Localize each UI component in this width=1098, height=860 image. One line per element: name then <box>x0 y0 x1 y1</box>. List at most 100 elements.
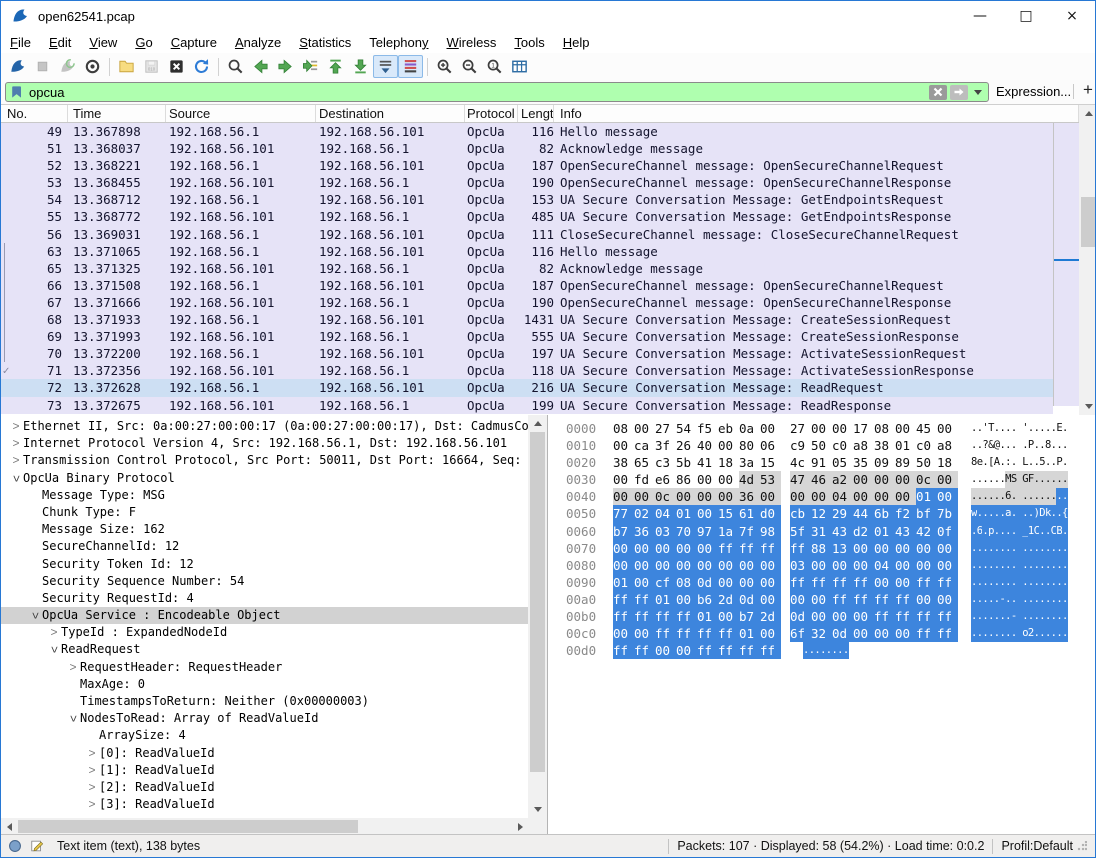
hex-byte[interactable]: 00 <box>760 591 781 608</box>
hex-byte[interactable]: 00 <box>811 420 832 437</box>
tree-row[interactable]: >TypeId : ExpandedNodeId <box>1 624 528 641</box>
hex-byte[interactable]: 00 <box>739 557 760 574</box>
hex-byte[interactable]: f5 <box>697 420 718 437</box>
hex-byte[interactable]: ff <box>895 591 916 608</box>
scroll-thumb[interactable] <box>18 820 358 833</box>
scroll-left-button[interactable] <box>1 818 18 835</box>
hex-byte[interactable]: ff <box>937 608 958 625</box>
tree-row[interactable]: >Internet Protocol Version 4, Src: 192.1… <box>1 435 528 452</box>
hex-byte[interactable]: 0f <box>937 523 958 540</box>
hex-byte[interactable]: 97 <box>697 523 718 540</box>
hex-byte[interactable]: 00 <box>853 608 874 625</box>
hex-byte[interactable]: ff <box>832 591 853 608</box>
tree-row[interactable]: >OpcUa Binary Protocol <box>1 470 528 487</box>
tree-row[interactable]: >OpcUa Service : Encodeable Object <box>1 607 528 624</box>
hex-byte[interactable]: 13 <box>832 540 853 557</box>
hex-byte[interactable]: ff <box>937 625 958 642</box>
tree-row[interactable]: Message Size: 162 <box>1 521 528 538</box>
collapsed-chevron-icon[interactable]: > <box>9 452 23 469</box>
hex-byte[interactable]: 61 <box>739 505 760 522</box>
hex-byte[interactable]: 0d <box>697 574 718 591</box>
hex-byte[interactable]: a8 <box>853 437 874 454</box>
hex-byte[interactable]: 08 <box>874 420 895 437</box>
ascii-char[interactable]: . <box>1062 437 1068 454</box>
hex-byte[interactable]: ff <box>874 591 895 608</box>
hex-byte[interactable]: 00 <box>634 488 655 505</box>
ascii-char[interactable]: . <box>1062 574 1068 591</box>
hex-byte[interactable]: 00 <box>613 488 634 505</box>
hex-byte[interactable]: 15 <box>760 454 781 471</box>
hex-byte[interactable]: b6 <box>697 591 718 608</box>
hex-byte[interactable]: 38 <box>613 454 634 471</box>
hex-byte[interactable]: 00 <box>811 488 832 505</box>
tree-row[interactable]: >Ethernet II, Src: 0a:00:27:00:00:17 (0a… <box>1 418 528 435</box>
hex-byte[interactable]: 01 <box>676 505 697 522</box>
hex-byte[interactable]: 36 <box>634 523 655 540</box>
hex-byte[interactable]: 00 <box>790 488 811 505</box>
hex-byte[interactable]: fd <box>634 471 655 488</box>
expert-info-icon[interactable] <box>7 838 23 854</box>
tree-row[interactable]: MaxAge: 0 <box>1 676 528 693</box>
collapsed-chevron-icon[interactable]: > <box>66 659 80 676</box>
hex-byte[interactable]: ca <box>634 437 655 454</box>
hex-byte[interactable]: 15 <box>718 505 739 522</box>
hex-byte[interactable]: 00 <box>655 540 676 557</box>
hex-byte[interactable]: 00 <box>760 557 781 574</box>
go-first-packet-button[interactable] <box>323 55 348 78</box>
hex-byte[interactable]: ff <box>739 540 760 557</box>
tree-row[interactable]: >Transmission Control Protocol, Src Port… <box>1 452 528 469</box>
hex-byte[interactable]: 00 <box>760 488 781 505</box>
column-header-protocol[interactable]: Protocol <box>465 105 518 122</box>
find-packet-button[interactable] <box>223 55 248 78</box>
hex-byte[interactable]: 08 <box>676 574 697 591</box>
hex-byte[interactable]: 91 <box>811 454 832 471</box>
hex-byte[interactable]: 54 <box>676 420 697 437</box>
hex-byte[interactable]: 0d <box>739 591 760 608</box>
packet-list-scrollbar[interactable] <box>1079 105 1095 415</box>
hex-byte[interactable]: 09 <box>874 454 895 471</box>
hex-byte[interactable]: 00 <box>718 437 739 454</box>
hex-byte[interactable]: 4d <box>739 471 760 488</box>
hex-byte[interactable]: 46 <box>811 471 832 488</box>
details-vertical-scrollbar[interactable] <box>528 415 547 818</box>
hex-byte[interactable]: 12 <box>811 505 832 522</box>
column-header-no[interactable]: No. <box>1 105 68 122</box>
expanded-chevron-icon[interactable]: > <box>45 643 62 657</box>
hex-byte[interactable]: 00 <box>874 574 895 591</box>
packet-row[interactable]: 5513.368772192.168.56.101192.168.56.1Opc… <box>1 208 1053 225</box>
hex-byte[interactable]: 08 <box>613 420 634 437</box>
hex-byte[interactable]: 53 <box>760 471 781 488</box>
hex-byte[interactable]: 00 <box>697 557 718 574</box>
hex-byte[interactable]: 86 <box>676 471 697 488</box>
hex-byte[interactable]: ff <box>676 608 697 625</box>
maximize-button[interactable]: □ <box>1003 1 1049 31</box>
hex-byte[interactable]: 00 <box>895 488 916 505</box>
expanded-chevron-icon[interactable]: > <box>7 471 24 485</box>
ascii-char[interactable]: . <box>1062 608 1068 625</box>
hex-byte[interactable]: 98 <box>760 523 781 540</box>
hex-byte[interactable]: 0c <box>655 488 676 505</box>
hex-byte[interactable]: ff <box>760 540 781 557</box>
hex-byte[interactable]: ff <box>718 642 739 659</box>
hex-byte[interactable]: 00 <box>676 540 697 557</box>
tree-row[interactable]: >[0]: ReadValueId <box>1 745 528 762</box>
minimize-button[interactable]: — <box>957 1 1003 31</box>
capture-comment-icon[interactable] <box>29 838 45 854</box>
menu-analyze[interactable]: Analyze <box>226 33 290 52</box>
menu-tools[interactable]: Tools <box>505 33 553 52</box>
capture-options-button[interactable] <box>80 55 105 78</box>
hex-byte[interactable]: 0a <box>739 420 760 437</box>
hex-byte[interactable]: 43 <box>895 523 916 540</box>
reload-file-button[interactable] <box>189 55 214 78</box>
column-header-source[interactable]: Source <box>166 105 316 122</box>
hex-byte[interactable]: 00 <box>613 557 634 574</box>
hex-byte[interactable]: 00 <box>937 557 958 574</box>
collapsed-chevron-icon[interactable]: > <box>85 779 99 796</box>
hex-byte[interactable]: 41 <box>697 454 718 471</box>
hex-byte[interactable]: 00 <box>874 488 895 505</box>
hex-byte[interactable]: 00 <box>697 540 718 557</box>
hex-byte[interactable]: ff <box>676 625 697 642</box>
column-header-info[interactable]: Info <box>554 105 1079 122</box>
menu-telephony[interactable]: Telephony <box>360 33 437 52</box>
hex-byte[interactable]: 00 <box>613 540 634 557</box>
